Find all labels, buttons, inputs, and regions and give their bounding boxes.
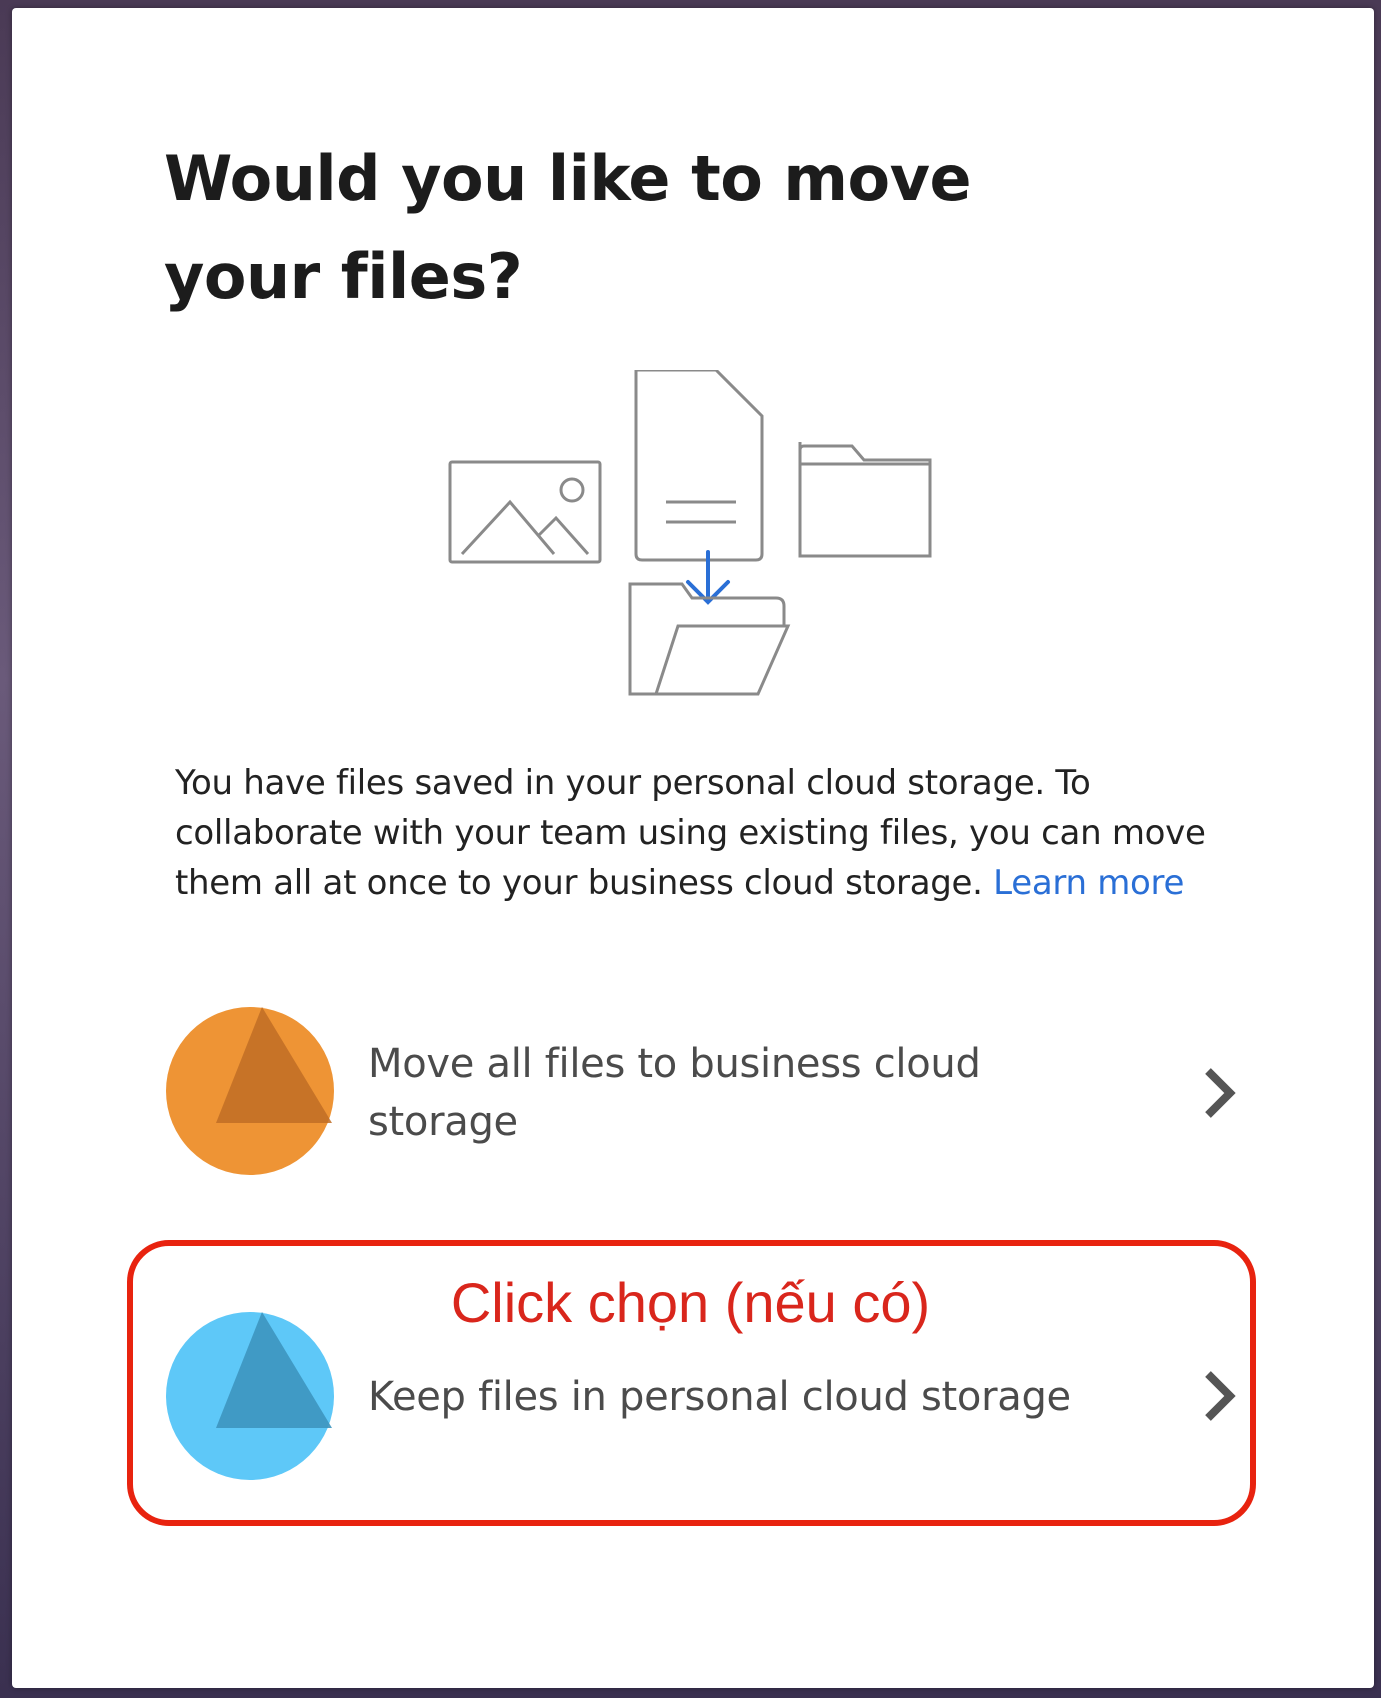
image-icon bbox=[448, 460, 602, 564]
option-move-to-business[interactable]: Move all files to business cloud storage bbox=[150, 1005, 1250, 1181]
folder-icon bbox=[798, 442, 932, 558]
learn-more-link[interactable]: Learn more bbox=[993, 863, 1184, 903]
files-illustration bbox=[432, 368, 972, 708]
chevron-right-icon bbox=[1205, 1068, 1236, 1118]
cloud-storage-icon bbox=[166, 1007, 334, 1175]
option-label: Move all files to business cloud storage bbox=[368, 1041, 981, 1145]
document-icon bbox=[634, 368, 764, 562]
dialog-description: You have files saved in your personal cl… bbox=[175, 758, 1255, 908]
chevron-right-icon bbox=[1205, 1371, 1236, 1421]
option-label: Keep files in personal cloud storage bbox=[368, 1374, 1071, 1420]
annotation-label: Click chọn (nếu có) bbox=[450, 1271, 931, 1334]
dialog-title: Would you like to move your files? bbox=[164, 142, 972, 313]
